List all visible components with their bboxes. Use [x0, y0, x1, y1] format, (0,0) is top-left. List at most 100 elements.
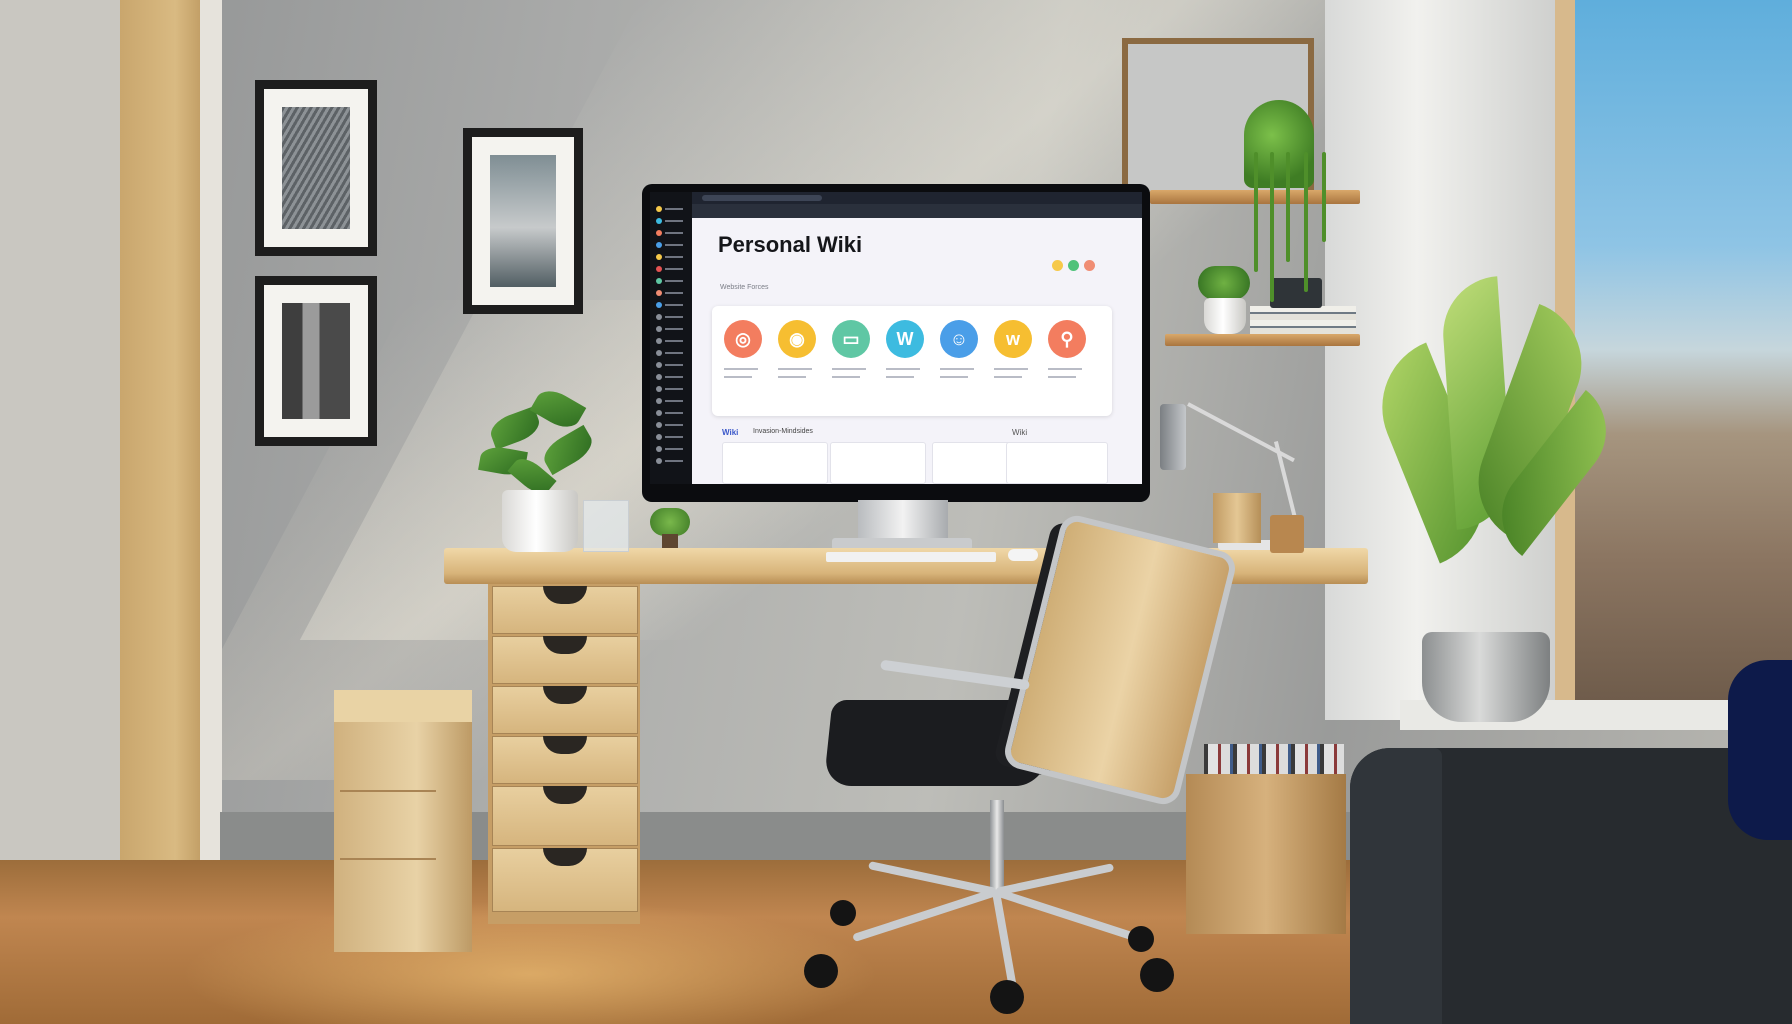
- sidebar-item[interactable]: [656, 446, 686, 452]
- app-sidebar: [650, 192, 692, 484]
- wall-art-frame-3: [255, 276, 377, 446]
- desk-drawer[interactable]: [492, 848, 638, 912]
- window-city-view: [1575, 0, 1792, 700]
- card-icon[interactable]: ▭: [832, 320, 870, 358]
- small-shelf-plant: [1196, 266, 1252, 336]
- sidebar-item[interactable]: [656, 374, 686, 380]
- window-plant: [1361, 276, 1627, 638]
- app-caption: [886, 376, 914, 378]
- w-icon[interactable]: W: [886, 320, 924, 358]
- desk-drawer[interactable]: [492, 586, 638, 634]
- pin-icon[interactable]: ⚲: [1048, 320, 1086, 358]
- sidebar-item[interactable]: [656, 266, 686, 272]
- drawer-handle: [543, 786, 587, 804]
- keyboard[interactable]: [826, 552, 996, 562]
- sofa-arm: [1350, 748, 1442, 1024]
- drawer-handle: [543, 736, 587, 754]
- section-label: Wiki: [1012, 428, 1028, 437]
- pencil-holder-glass: [583, 500, 629, 552]
- wooden-door: [120, 0, 212, 975]
- app-caption: [778, 368, 812, 370]
- wall-art-frame-1: [255, 80, 377, 256]
- app-caption: [940, 368, 974, 370]
- desk-drawer[interactable]: [492, 686, 638, 734]
- wave-icon[interactable]: w: [994, 320, 1032, 358]
- door-trim: [200, 0, 222, 975]
- sidebar-item[interactable]: [656, 350, 686, 356]
- wiki-card[interactable]: [722, 442, 828, 484]
- app-caption: [724, 376, 752, 378]
- sidebar-item[interactable]: [656, 398, 686, 404]
- chair-wheel: [1140, 958, 1174, 992]
- sidebar-item[interactable]: [656, 230, 686, 236]
- wiki-card[interactable]: [1006, 442, 1108, 484]
- ring-icon[interactable]: ◉: [778, 320, 816, 358]
- chair-gas-lift: [990, 800, 1004, 896]
- app-caption: [832, 368, 866, 370]
- mouse[interactable]: [1008, 549, 1038, 561]
- app-caption: [778, 376, 806, 378]
- app-caption: [1048, 368, 1082, 370]
- app-caption: [886, 368, 920, 370]
- chair-wheel: [1128, 926, 1154, 952]
- drawer-handle: [543, 636, 587, 654]
- header-status-dot[interactable]: [1084, 260, 1095, 271]
- desk-drawer[interactable]: [492, 636, 638, 684]
- app-caption: [1048, 376, 1076, 378]
- pencil-cup: [1213, 493, 1261, 543]
- browser-toolbar: [692, 204, 1142, 218]
- section-label: Invasion-Mindsides: [753, 428, 813, 435]
- header-status-dot[interactable]: [1052, 260, 1063, 271]
- sidebar-item[interactable]: [656, 206, 686, 212]
- sidebar-item[interactable]: [656, 314, 686, 320]
- shelf-books: [1250, 306, 1356, 334]
- sidebar-item[interactable]: [656, 302, 686, 308]
- sidebar-item[interactable]: [656, 338, 686, 344]
- sidebar-item[interactable]: [656, 362, 686, 368]
- wall-art-frame-2: [463, 128, 583, 314]
- cabinet-seam: [340, 858, 436, 860]
- sidebar-item[interactable]: [656, 218, 686, 224]
- monitor-screen: Personal Wiki Website Forces ◎ ◉ ▭ W ☺ w…: [650, 192, 1142, 484]
- header-status-dot[interactable]: [1068, 260, 1079, 271]
- app-caption: [940, 376, 968, 378]
- drawer-handle: [543, 848, 587, 866]
- sidebar-item[interactable]: [656, 458, 686, 464]
- sidebar-item[interactable]: [656, 386, 686, 392]
- tiny-succulent: [650, 508, 690, 550]
- sidebar-item[interactable]: [656, 290, 686, 296]
- chair-wheel: [830, 900, 856, 926]
- wiki-card[interactable]: [830, 442, 926, 484]
- person-icon[interactable]: ☺: [940, 320, 978, 358]
- window-plant-pot: [1422, 632, 1550, 722]
- desk-drawer[interactable]: [492, 786, 638, 846]
- app-caption: [832, 376, 860, 378]
- file-cabinet: [334, 690, 472, 952]
- address-bar[interactable]: [702, 195, 822, 201]
- sidebar-item[interactable]: [656, 410, 686, 416]
- desk-drawer-unit: [488, 584, 640, 924]
- sidebar-item[interactable]: [656, 278, 686, 284]
- page-subtitle: Website Forces: [720, 284, 769, 291]
- wall-shelf-lower: [1165, 334, 1360, 346]
- sofa-cushion: [1728, 660, 1792, 840]
- drawer-handle: [543, 586, 587, 604]
- sidebar-item[interactable]: [656, 242, 686, 248]
- app-caption: [994, 376, 1022, 378]
- app-caption: [994, 368, 1028, 370]
- chair-wheel: [804, 954, 838, 988]
- sidebar-item[interactable]: [656, 326, 686, 332]
- book-bin: [1186, 774, 1346, 934]
- hanging-plant: [1214, 92, 1344, 302]
- app-caption: [724, 368, 758, 370]
- sidebar-item[interactable]: [656, 422, 686, 428]
- sidebar-item[interactable]: [656, 434, 686, 440]
- desk-drawer[interactable]: [492, 736, 638, 784]
- page-title: Personal Wiki: [718, 232, 863, 257]
- desk-lamp-head[interactable]: [1160, 404, 1186, 470]
- target-icon[interactable]: ◎: [724, 320, 762, 358]
- cabinet-seam: [340, 790, 436, 792]
- door-frame: [0, 0, 120, 990]
- sidebar-item[interactable]: [656, 254, 686, 260]
- file-cabinet-top: [334, 690, 472, 722]
